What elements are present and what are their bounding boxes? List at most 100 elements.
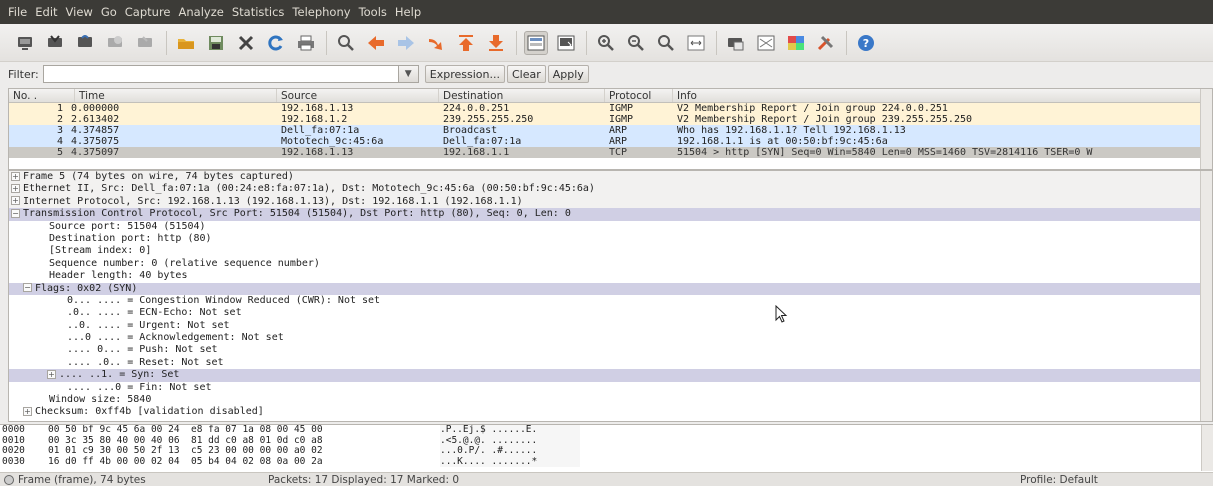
menu-go[interactable]: Go <box>97 5 121 19</box>
tree-item-flag-cwr[interactable]: 0... .... = Congestion Window Reduced (C… <box>9 295 1212 307</box>
display-filters-button[interactable] <box>754 31 778 55</box>
expand-icon[interactable]: + <box>11 196 20 206</box>
tools-icon <box>817 35 834 50</box>
tree-item-dst-port[interactable]: Destination port: http (80) <box>9 233 1212 245</box>
print-button[interactable] <box>294 31 318 55</box>
menu-tools[interactable]: Tools <box>355 5 391 19</box>
cell-time: 0.000000 <box>71 103 120 114</box>
column-header-destination[interactable]: Destination <box>439 89 605 102</box>
hex-row[interactable]: 0000 00 50 bf 9c 45 6a 00 24 e8 fa 07 1a … <box>0 425 1213 436</box>
go-to-packet-button[interactable] <box>424 31 448 55</box>
collapse-icon[interactable]: − <box>11 208 20 218</box>
details-scrollbar[interactable] <box>1200 171 1212 421</box>
arrow-curve-icon <box>429 38 442 50</box>
auto-scroll-button[interactable] <box>554 31 578 55</box>
menu-capture[interactable]: Capture <box>121 5 175 19</box>
table-row[interactable]: 3 4.374857 Dell_fa:07:1a Broadcast ARP W… <box>9 125 1212 136</box>
tree-item-tcp[interactable]: − Transmission Control Protocol, Src Port… <box>9 208 1212 221</box>
restart-capture-button[interactable] <box>134 31 158 55</box>
tree-item-flags[interactable]: − Flags: 0x02 (SYN) <box>9 282 1212 295</box>
hex-row[interactable]: 0020 01 01 c9 30 00 50 2f 13 c5 23 00 00 … <box>0 445 1213 457</box>
capture-filters-button[interactable] <box>724 31 748 55</box>
clear-button[interactable]: Clear <box>506 65 546 83</box>
interfaces-button[interactable] <box>14 31 38 55</box>
hex-ascii: ...K.... .......* <box>440 456 580 467</box>
menu-help[interactable]: Help <box>391 5 425 19</box>
menu-view[interactable]: View <box>62 5 97 19</box>
expand-icon[interactable]: + <box>11 171 20 181</box>
filter-input[interactable] <box>42 65 399 83</box>
tree-item-flag-urg[interactable]: ..0. .... = Urgent: Not set <box>9 320 1212 332</box>
tree-item-label: Ethernet II, Src: Dell_fa:07:1a (00:24:e… <box>23 183 595 195</box>
expression-button[interactable]: Expression... <box>424 65 505 83</box>
toolbar-separator <box>516 30 517 55</box>
save-button[interactable] <box>204 31 228 55</box>
tree-item-flag-psh[interactable]: .... 0... = Push: Not set <box>9 344 1212 356</box>
coloring-rules-button[interactable] <box>784 31 808 55</box>
expand-icon[interactable]: + <box>47 369 56 379</box>
colorize-button[interactable] <box>524 30 548 55</box>
tree-item-checksum[interactable]: + Checksum: 0xff4b [validation disabled] <box>9 406 1212 418</box>
menu-telephony[interactable]: Telephony <box>288 5 354 19</box>
tree-item-ethernet[interactable]: + Ethernet II, Src: Dell_fa:07:1a (00:24:… <box>9 183 1212 196</box>
column-header-protocol[interactable]: Protocol <box>605 89 673 102</box>
tree-item-flag-ecn[interactable]: .0.. .... = ECN-Echo: Not set <box>9 307 1212 319</box>
zoom-out-button[interactable] <box>624 31 648 55</box>
help-button[interactable]: ? <box>854 31 878 55</box>
tree-item-header-length[interactable]: Header length: 40 bytes <box>9 270 1212 282</box>
hex-bytes: 16 d0 ff 4b 00 00 02 04 05 b4 04 02 08 0… <box>48 455 323 467</box>
find-packet-button[interactable] <box>334 31 358 55</box>
menu-edit[interactable]: Edit <box>31 5 61 19</box>
table-row-selected[interactable]: 5 4.375097 192.168.1.13 192.168.1.1 TCP … <box>9 147 1212 158</box>
tree-item-frame[interactable]: + Frame 5 (74 bytes on wire, 74 bytes cap… <box>9 171 1212 184</box>
preferences-button[interactable] <box>814 31 838 55</box>
menu-statistics[interactable]: Statistics <box>228 5 289 19</box>
hex-scrollbar[interactable] <box>1201 425 1213 471</box>
collapse-icon[interactable]: − <box>23 283 32 293</box>
filter-dropdown-button[interactable]: ▼ <box>398 65 419 83</box>
close-button[interactable] <box>234 31 258 55</box>
open-button[interactable] <box>174 31 198 55</box>
tree-item-flag-ack[interactable]: ...0 .... = Acknowledgement: Not set <box>9 332 1212 344</box>
tree-item-stream-index[interactable]: [Stream index: 0] <box>9 245 1212 257</box>
stop-capture-button[interactable] <box>104 31 128 55</box>
zoom-in-button[interactable] <box>594 31 618 55</box>
column-header-time[interactable]: Time <box>75 89 277 102</box>
go-last-button[interactable] <box>484 31 508 55</box>
expand-icon[interactable]: + <box>23 406 32 416</box>
search-icon <box>338 34 354 51</box>
cell-destination: 192.168.1.1 <box>443 147 510 158</box>
column-header-no[interactable]: No. . <box>9 89 75 102</box>
apply-button[interactable]: Apply <box>547 65 589 83</box>
start-capture-icon <box>78 34 92 47</box>
tree-item-sequence[interactable]: Sequence number: 0 (relative sequence nu… <box>9 258 1212 270</box>
tree-item-ip[interactable]: + Internet Protocol, Src: 192.168.1.13 (1… <box>9 195 1212 209</box>
packet-list-scrollbar[interactable] <box>1200 89 1212 169</box>
tree-item-flag-rst[interactable]: .... .0.. = Reset: Not set <box>9 357 1212 369</box>
menu-analyze[interactable]: Analyze <box>175 5 228 19</box>
options-button[interactable] <box>44 31 68 55</box>
reload-button[interactable] <box>264 31 288 55</box>
go-forward-button[interactable] <box>394 31 418 55</box>
column-header-source[interactable]: Source <box>277 89 439 102</box>
table-row[interactable]: 1 0.000000 192.168.1.13 224.0.0.251 IGMP… <box>9 103 1212 114</box>
tree-item-window-size[interactable]: Window size: 5840 <box>9 394 1212 406</box>
status-profile[interactable]: Profile: Default <box>1020 474 1098 486</box>
column-header-info[interactable]: Info <box>673 89 1208 102</box>
table-row[interactable]: 4 4.375075 Mototech_9c:45:6a Dell_fa:07:… <box>9 136 1212 147</box>
normal-size-button[interactable] <box>654 31 678 55</box>
start-capture-button[interactable] <box>74 31 98 55</box>
resize-columns-button[interactable] <box>684 31 708 55</box>
tree-item-flag-syn[interactable]: +.... ..1. = Syn: Set <box>9 369 1212 382</box>
tree-item-flag-fin[interactable]: .... ...0 = Fin: Not set <box>9 382 1212 394</box>
hex-offset: 0020 <box>2 445 25 456</box>
hex-row[interactable]: 0030 16 d0 ff 4b 00 00 02 04 05 b4 04 02 … <box>0 455 1213 467</box>
tree-item-src-port[interactable]: Source port: 51504 (51504) <box>9 221 1212 233</box>
toolbar-separator <box>586 30 587 55</box>
expand-icon[interactable]: + <box>11 183 20 193</box>
table-row[interactable]: 2 2.613402 192.168.1.2 239.255.255.250 I… <box>9 114 1212 125</box>
menu-file[interactable]: File <box>4 5 31 19</box>
go-back-button[interactable] <box>364 31 388 55</box>
go-first-button[interactable] <box>454 31 478 55</box>
expert-info-icon[interactable] <box>4 474 14 485</box>
